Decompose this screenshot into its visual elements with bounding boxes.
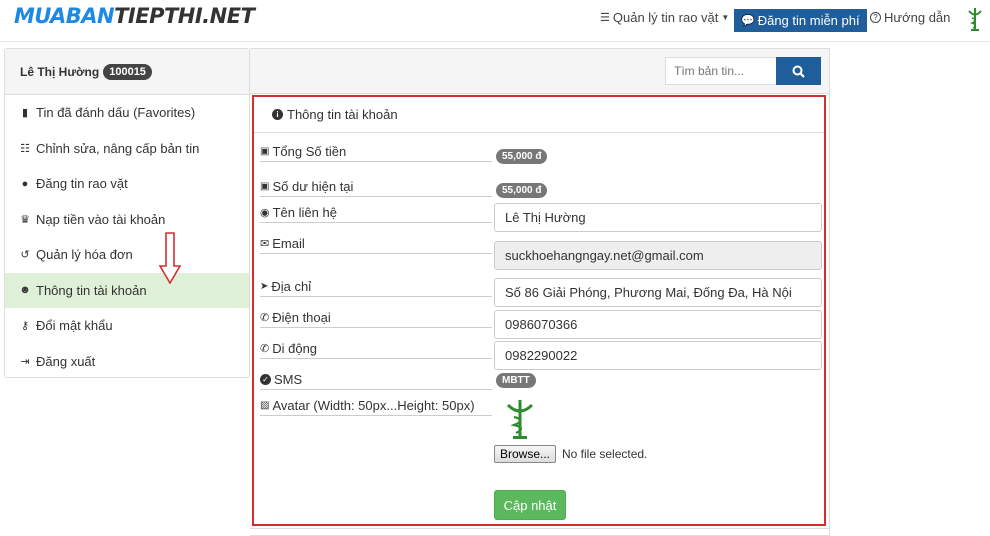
history-icon: ↺: [20, 249, 30, 262]
sidebar-item-account-info[interactable]: ☻ Thông tin tài khoản: [5, 272, 249, 308]
account-info-panel: i Thông tin tài khoản ▣ Tổng Số tiền 55,…: [252, 95, 826, 526]
question-circle-icon: ?: [870, 12, 881, 23]
phone-icon: ✆: [260, 312, 270, 324]
balance-label-text: Số dư hiện tại: [272, 179, 354, 194]
user-circle-icon: ◉: [260, 207, 270, 219]
sms-code-badge: MBTT: [496, 373, 536, 388]
email-label-text: Email: [272, 236, 305, 251]
envelope-icon: ✉: [260, 238, 270, 250]
contact-name-field[interactable]: Lê Thị Hường: [494, 203, 822, 232]
sidebar-item-edit-listings[interactable]: ☷ Chỉnh sửa, nâng cấp bản tin: [5, 131, 249, 167]
address-label-text: Địa chỉ: [271, 279, 312, 294]
phone-label-text: Điện thoại: [272, 310, 331, 325]
bookmark-icon: ▮: [21, 107, 29, 120]
balance-badge: 55,000 đ: [496, 183, 548, 198]
total-label-text: Tổng Số tiền: [272, 144, 347, 159]
sidebar-item-label: Thông tin tài khoản: [36, 282, 147, 298]
sidebar-item-post-ad[interactable]: ● Đăng tin rao vặt: [5, 166, 249, 202]
contact-label-text: Tên liên hệ: [272, 205, 337, 220]
top-navbar: MUABANTIEPTHI.NET ☰ Quản lý tin rao vặt …: [0, 0, 990, 42]
sms-label: ✓ SMS: [260, 372, 492, 390]
contact-name-label: ◉ Tên liên hệ: [260, 205, 492, 223]
nav-manage-listings[interactable]: ☰ Quản lý tin rao vặt ▼: [600, 10, 729, 25]
info-circle-icon: i: [272, 109, 283, 120]
update-button[interactable]: Cập nhật: [494, 490, 566, 520]
nav-help[interactable]: ? Hướng dẫn: [870, 10, 950, 25]
nav-manage-label: Quản lý tin rao vặt: [612, 10, 719, 25]
no-file-text: No file selected.: [562, 447, 648, 461]
mobile-field[interactable]: 0982290022: [494, 341, 822, 370]
search-button[interactable]: [776, 57, 821, 85]
balance-label: ▣ Số dư hiện tại: [260, 179, 492, 197]
address-field[interactable]: Số 86 Giải Phóng, Phương Mai, Đống Đa, H…: [494, 278, 822, 307]
email-label: ✉ Email: [260, 236, 492, 254]
user-id-badge: 100015: [103, 63, 152, 80]
sidebar-item-favorites[interactable]: ▮ Tin đã đánh dấu (Favorites): [5, 95, 249, 131]
trophy-icon: ♛: [20, 213, 30, 226]
browse-file-button[interactable]: Browse...: [494, 445, 556, 463]
mobile-label-text: Di động: [272, 341, 318, 356]
pharmacy-logo-icon[interactable]: [966, 6, 984, 32]
total-amount-badge: 55,000 đ: [496, 149, 548, 164]
money-icon: ▣: [260, 146, 270, 157]
nav-help-label: Hướng dẫn: [884, 10, 951, 25]
post-free-button[interactable]: 💬 Đăng tin miễn phí: [734, 9, 867, 32]
sidebar-item-label: Đăng xuất: [36, 353, 96, 369]
avatar-label: ▨ Avatar (Width: 50px...Height: 50px): [260, 398, 492, 416]
email-field: suckhoehangngay.net@gmail.com: [494, 241, 822, 270]
sidebar-item-label: Tin đã đánh dấu (Favorites): [36, 105, 196, 121]
sidebar-item-label: Nạp tiền vào tài khoản: [36, 211, 166, 227]
sign-out-icon: ⇥: [20, 355, 30, 368]
user-icon: ☻: [19, 284, 31, 297]
comment-icon: 💬: [741, 15, 755, 27]
sidebar-item-label: Đổi mật khẩu: [36, 318, 113, 334]
main-bottom-border: [250, 528, 830, 529]
post-free-label: Đăng tin miễn phí: [757, 13, 860, 28]
list-alt-icon: ☷: [20, 142, 30, 155]
sidebar-item-invoices[interactable]: ↺ Quản lý hóa đơn: [5, 237, 249, 273]
sidebar-item-change-password[interactable]: ⚷ Đổi mật khẩu: [5, 308, 249, 344]
list-icon: ☰: [600, 12, 610, 24]
avatar-label-text: Avatar (Width: 50px...Height: 50px): [272, 398, 475, 413]
sidebar-item-label: Chỉnh sửa, nâng cấp bản tin: [36, 140, 200, 156]
site-logo[interactable]: MUABANTIEPTHI.NET: [14, 4, 255, 28]
comment-icon: ●: [21, 177, 29, 190]
mobile-label: ✆ Di động: [260, 341, 492, 359]
phone-icon: ✆: [260, 343, 270, 355]
user-name: Lê Thị Hường: [20, 64, 100, 79]
account-sidebar: Lê Thị Hường 100015 ▮ Tin đã đánh dấu (F…: [4, 48, 250, 378]
sidebar-item-label: Đăng tin rao vặt: [36, 176, 128, 192]
logo-part-2: TIEPTHI.NET: [114, 4, 255, 28]
address-label: ➤ Địa chỉ: [260, 279, 492, 297]
key-icon: ⚷: [20, 320, 30, 333]
check-circle-icon: ✓: [260, 374, 271, 385]
money-icon: ▣: [260, 181, 270, 192]
search-icon: [792, 65, 805, 78]
annotation-arrow-icon: [159, 232, 181, 284]
sms-label-text: SMS: [274, 372, 303, 387]
avatar-image: [506, 400, 534, 439]
caret-down-icon: ▼: [721, 13, 730, 22]
sidebar-item-deposit[interactable]: ♛ Nạp tiền vào tài khoản: [5, 202, 249, 238]
location-arrow-icon: ➤: [260, 281, 269, 292]
panel-title: i Thông tin tài khoản: [254, 97, 824, 133]
phone-field[interactable]: 0986070366: [494, 310, 822, 339]
sidebar-item-logout[interactable]: ⇥ Đăng xuất: [5, 344, 249, 380]
total-amount-label: ▣ Tổng Số tiền: [260, 144, 492, 162]
phone-label: ✆ Điện thoại: [260, 310, 492, 328]
logo-part-1: MUABAN: [14, 4, 115, 28]
sidebar-item-label: Quản lý hóa đơn: [36, 247, 133, 263]
sidebar-header: Lê Thị Hường 100015: [5, 49, 249, 95]
search-input[interactable]: [665, 57, 777, 85]
picture-icon: ▨: [260, 400, 270, 411]
panel-title-text: Thông tin tài khoản: [287, 107, 398, 122]
